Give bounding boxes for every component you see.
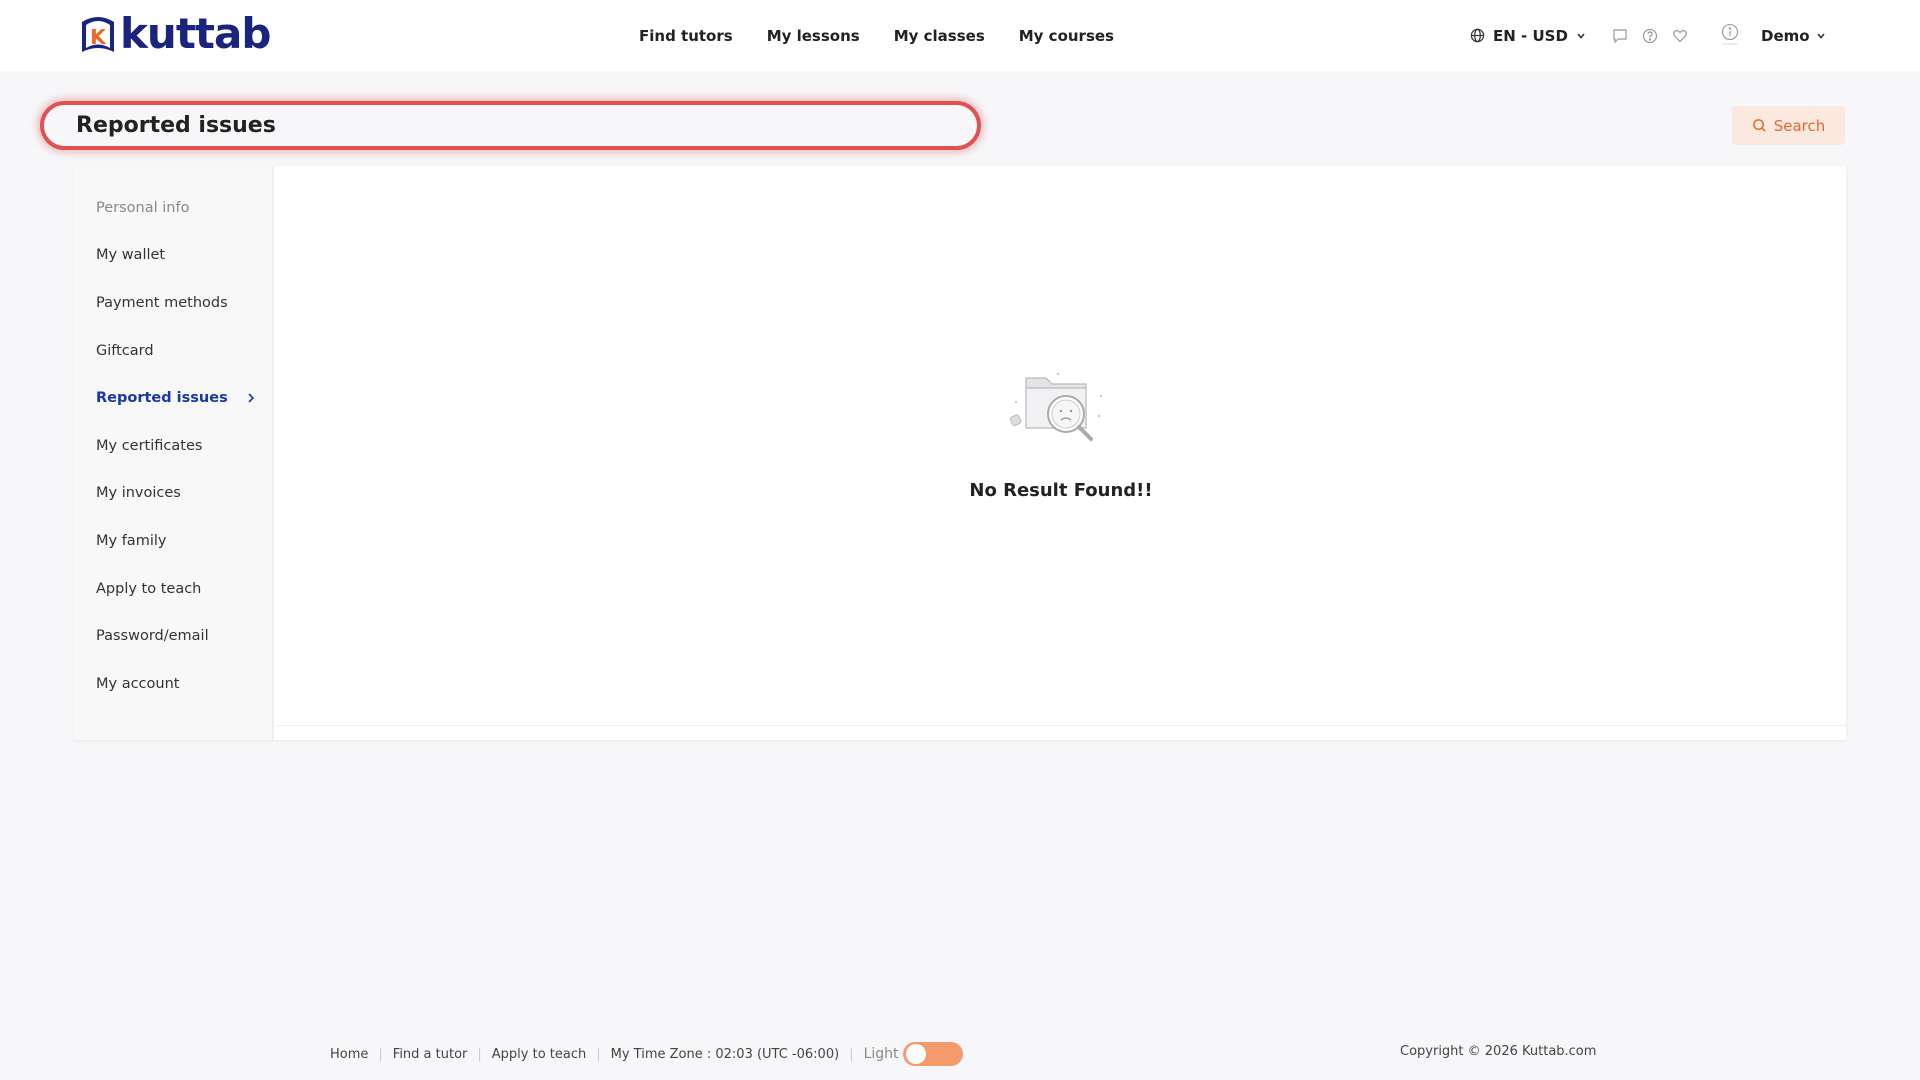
sidebar-item-label: Payment methods xyxy=(96,294,228,311)
logo-mark-letter: K xyxy=(90,25,107,49)
top-header: K kuttab Find tutors My lessons My class… xyxy=(0,0,1920,71)
footer-timezone: My Time Zone : 02:03 (UTC -06:00) xyxy=(610,1046,840,1062)
sidebar-item-label: Password/email xyxy=(96,628,209,645)
sidebar-item-reported-issues[interactable]: Reported issues xyxy=(74,374,272,422)
chevron-down-icon xyxy=(1816,32,1825,39)
theme-label: Light xyxy=(863,1046,899,1062)
language-currency-selector[interactable]: EN - USD xyxy=(1470,0,1586,71)
sidebar-item-label: My wallet xyxy=(96,247,166,264)
sidebar-item-label: Apply to teach xyxy=(96,580,202,597)
chevron-right-icon xyxy=(248,393,255,403)
theme-toggle-knob xyxy=(905,1044,926,1064)
footer-link-apply-to-teach[interactable]: Apply to teach xyxy=(492,1047,586,1062)
kuttab-logo[interactable]: K kuttab xyxy=(78,9,271,58)
logo-text: kuttab xyxy=(120,9,271,58)
search-button[interactable]: Search xyxy=(1732,106,1845,145)
footer: Home | Find a tutor | Apply to teach | M… xyxy=(330,1042,963,1066)
no-results-folder-search-icon xyxy=(1009,373,1102,441)
sidebar-item-payment-methods[interactable]: Payment methods xyxy=(74,279,272,327)
nav-my-lessons[interactable]: My lessons xyxy=(767,27,860,45)
footer-separator: | xyxy=(477,1046,482,1062)
copyright: Copyright © 2026 Kuttab.com xyxy=(1400,1044,1597,1059)
content-area: No Result Found!! xyxy=(276,166,1846,726)
sidebar-item-label: My account xyxy=(96,675,180,692)
header-icons xyxy=(1612,0,1688,71)
sidebar-item-label: My certificates xyxy=(96,437,203,454)
theme-toggle[interactable] xyxy=(902,1042,963,1066)
info-icon[interactable] xyxy=(1721,22,1739,50)
sidebar-item-password-email[interactable]: Password/email xyxy=(74,612,272,660)
sidebar-item-label: My family xyxy=(96,532,167,549)
search-button-label: Search xyxy=(1773,116,1826,135)
search-icon xyxy=(1752,119,1766,132)
sidebar-item-label: Giftcard xyxy=(96,342,154,359)
help-icon[interactable] xyxy=(1642,28,1658,44)
sidebar-item-my-certificates[interactable]: My certificates xyxy=(74,422,272,470)
footer-link-home[interactable]: Home xyxy=(330,1047,368,1062)
language-currency-label: EN - USD xyxy=(1493,26,1568,45)
globe-icon xyxy=(1470,28,1485,43)
sidebar-item-giftcard[interactable]: Giftcard xyxy=(74,327,272,375)
sidebar-item-my-wallet[interactable]: My wallet xyxy=(74,232,272,280)
page-title: Reported issues xyxy=(76,113,276,138)
sidebar-item-label: Personal info xyxy=(96,199,190,216)
sidebar-item-my-invoices[interactable]: My invoices xyxy=(74,470,272,518)
nav-my-courses[interactable]: My courses xyxy=(1019,27,1114,45)
sidebar-item-personal-info[interactable]: Personal info xyxy=(74,184,272,232)
page-title-field: Reported issues xyxy=(40,101,981,150)
nav-my-classes[interactable]: My classes xyxy=(894,27,985,45)
empty-state: No Result Found!! xyxy=(276,366,1846,501)
logo-book-icon: K xyxy=(82,17,114,52)
main-nav: Find tutors My lessons My classes My cou… xyxy=(639,0,1114,71)
sidebar-item-my-family[interactable]: My family xyxy=(74,517,272,565)
user-name: Demo xyxy=(1761,26,1810,45)
main-panel: Personal info My wallet Payment methods … xyxy=(74,166,1846,740)
footer-separator: | xyxy=(378,1046,383,1062)
chat-icon[interactable] xyxy=(1612,28,1628,44)
sidebar-item-apply-to-teach[interactable]: Apply to teach xyxy=(74,565,272,613)
footer-link-find-a-tutor[interactable]: Find a tutor xyxy=(393,1047,468,1062)
empty-state-message: No Result Found!! xyxy=(969,480,1153,501)
sidebar-item-label: My invoices xyxy=(96,485,181,502)
footer-separator: | xyxy=(849,1046,854,1062)
sidebar-item-label: Reported issues xyxy=(96,390,228,407)
nav-find-tutors[interactable]: Find tutors xyxy=(639,27,733,45)
user-menu[interactable]: Demo xyxy=(1761,0,1826,71)
sidebar: Personal info My wallet Payment methods … xyxy=(74,166,274,740)
sidebar-item-my-account[interactable]: My account xyxy=(74,660,272,708)
heart-icon[interactable] xyxy=(1672,28,1688,44)
chevron-down-icon xyxy=(1577,32,1585,39)
footer-separator: | xyxy=(596,1046,601,1062)
